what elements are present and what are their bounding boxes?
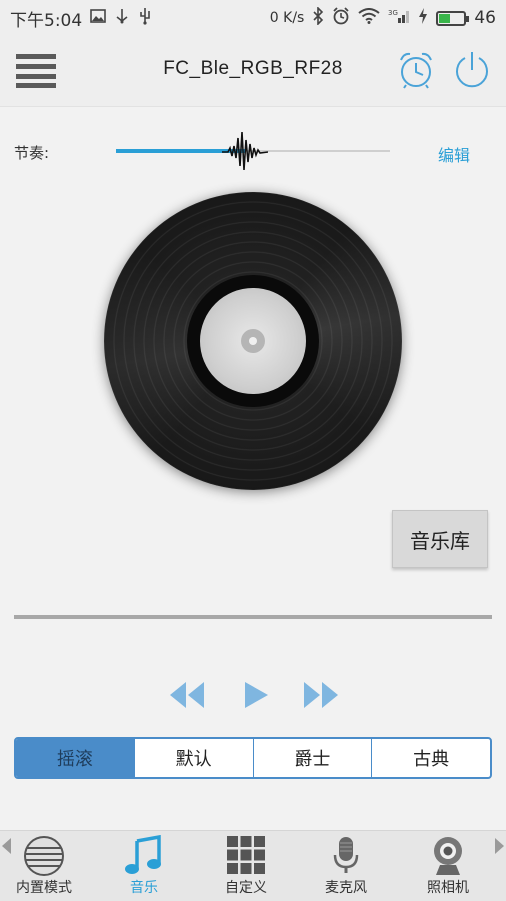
preset-default[interactable]: 默认 — [133, 739, 253, 777]
image-icon — [90, 9, 106, 27]
nav-builtin-mode[interactable]: 内置模式 — [0, 831, 94, 901]
microphone-icon — [333, 837, 359, 873]
preset-rock[interactable]: 摇滚 — [16, 739, 134, 777]
nav-music[interactable]: 音乐 — [94, 831, 194, 901]
bluetooth-icon — [312, 6, 324, 29]
nav-custom[interactable]: 自定义 — [196, 831, 296, 901]
nav-label: 音乐 — [130, 880, 158, 896]
status-time: 下午5:04 — [10, 10, 83, 31]
nav-label: 自定义 — [225, 880, 267, 896]
nav-scroll-left-icon[interactable] — [2, 838, 11, 854]
preset-jazz[interactable]: 爵士 — [252, 739, 372, 777]
webcam-icon — [434, 837, 462, 875]
usb-icon — [114, 8, 130, 28]
preset-segmented-control: 摇滚 默认 爵士 古典 — [14, 737, 492, 779]
music-note-icon — [125, 835, 161, 874]
next-icon[interactable] — [302, 680, 340, 710]
rhythm-label: 节奏: — [14, 144, 50, 162]
previous-icon[interactable] — [168, 680, 206, 710]
nav-label: 麦克风 — [325, 880, 367, 896]
signal-icon: 3G — [388, 8, 410, 28]
battery-percent: 46 — [474, 8, 496, 28]
edit-link[interactable]: 编辑 — [438, 142, 470, 166]
charging-icon — [418, 8, 428, 28]
bottom-nav: 内置模式 音乐 自定义 麦克风 照相机 — [0, 830, 506, 901]
waveform-slider-thumb[interactable] — [222, 128, 268, 174]
vinyl-record[interactable] — [104, 192, 402, 490]
nav-label: 照相机 — [427, 880, 469, 896]
svg-text:3G: 3G — [388, 9, 398, 17]
battery-icon — [436, 10, 470, 26]
nav-camera[interactable]: 照相机 — [398, 831, 498, 901]
alarm-icon — [332, 7, 350, 29]
nav-microphone[interactable]: 麦克风 — [296, 831, 396, 901]
preset-classical[interactable]: 古典 — [371, 739, 490, 777]
nav-scroll-right-icon[interactable] — [495, 838, 504, 854]
app-header: FC_Ble_RGB_RF28 — [0, 36, 506, 107]
play-icon[interactable] — [242, 680, 270, 710]
nav-label: 内置模式 — [16, 880, 72, 896]
record-spindle-hole — [249, 337, 257, 345]
music-library-button[interactable]: 音乐库 — [392, 510, 488, 568]
usb-debug-icon — [138, 7, 152, 29]
playback-progress-bar[interactable] — [14, 615, 492, 619]
wifi-icon — [358, 8, 380, 28]
status-bar: 下午5:04 0 K/s 3G 46 — [0, 0, 506, 36]
builtin-mode-icon — [24, 836, 64, 876]
alarm-clock-icon[interactable] — [396, 50, 436, 90]
network-speed: 0 K/s — [269, 10, 305, 26]
grid-icon — [227, 836, 265, 874]
power-icon[interactable] — [452, 50, 492, 90]
